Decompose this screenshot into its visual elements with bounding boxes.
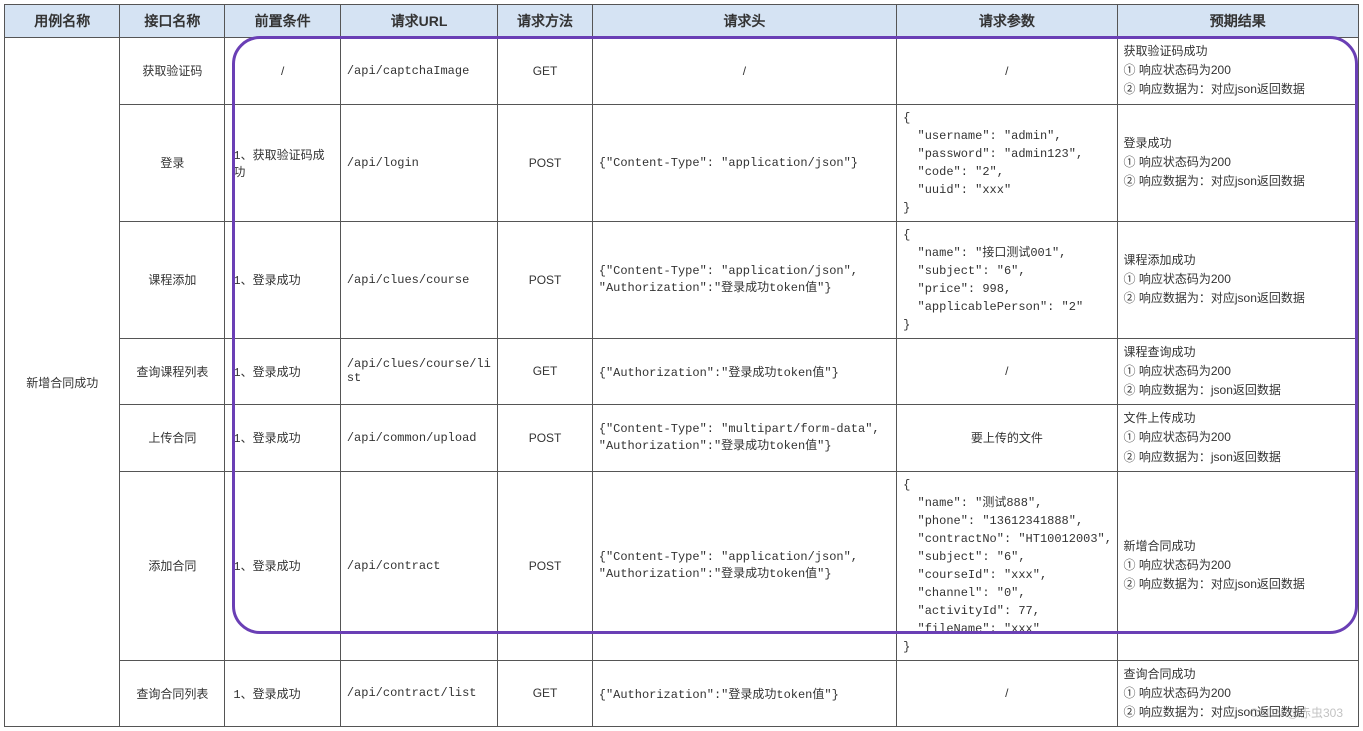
expected-result-cell: 文件上传成功① 响应状态码为200② 响应数据为：json返回数据 — [1117, 405, 1358, 472]
api-name-cell: 查询课程列表 — [120, 338, 225, 405]
table-body: 新增合同成功获取验证码//api/captchaImageGET//获取验证码成… — [5, 38, 1359, 727]
method-cell: POST — [498, 405, 592, 472]
request-header-cell: {"Authorization":"登录成功token值"} — [592, 338, 896, 405]
url-cell: /api/clues/course/list — [340, 338, 497, 405]
col-header-case: 用例名称 — [5, 5, 120, 38]
expected-result-cell: 获取验证码成功① 响应状态码为200② 响应数据为：对应json返回数据 — [1117, 38, 1358, 105]
api-name-cell: 课程添加 — [120, 221, 225, 338]
api-name-cell: 添加合同 — [120, 471, 225, 660]
table-row: 添加合同1、登录成功/api/contractPOST{"Content-Typ… — [5, 471, 1359, 660]
url-cell: /api/contract — [340, 471, 497, 660]
method-cell: GET — [498, 38, 592, 105]
table-row: 查询课程列表1、登录成功/api/clues/course/listGET{"A… — [5, 338, 1359, 405]
method-cell: GET — [498, 338, 592, 405]
request-header-cell: {"Content-Type": "multipart/form-data", … — [592, 405, 896, 472]
api-name-cell: 登录 — [120, 104, 225, 221]
expected-result-cell: 课程查询成功① 响应状态码为200② 响应数据为：json返回数据 — [1117, 338, 1358, 405]
request-header-cell: {"Content-Type": "application/json"} — [592, 104, 896, 221]
expected-result-cell: 课程添加成功① 响应状态码为200② 响应数据为：对应json返回数据 — [1117, 221, 1358, 338]
method-cell: POST — [498, 221, 592, 338]
table-row: 登录1、获取验证码成功/api/loginPOST{"Content-Type"… — [5, 104, 1359, 221]
col-header-param: 请求参数 — [897, 5, 1117, 38]
url-cell: /api/login — [340, 104, 497, 221]
api-name-cell: 获取验证码 — [120, 38, 225, 105]
request-param-cell: / — [897, 38, 1117, 105]
api-name-cell: 上传合同 — [120, 405, 225, 472]
col-header-exp: 预期结果 — [1117, 5, 1358, 38]
expected-result-cell: 登录成功① 响应状态码为200② 响应数据为：对应json返回数据 — [1117, 104, 1358, 221]
col-header-url: 请求URL — [340, 5, 497, 38]
precondition-cell: 1、登录成功 — [225, 338, 340, 405]
method-cell: GET — [498, 660, 592, 727]
precondition-cell: 1、登录成功 — [225, 405, 340, 472]
expected-result-cell: 查询合同成功① 响应状态码为200② 响应数据为：对应json返回数据 — [1117, 660, 1358, 727]
precondition-cell: 1、登录成功 — [225, 660, 340, 727]
col-header-head: 请求头 — [592, 5, 896, 38]
col-header-api: 接口名称 — [120, 5, 225, 38]
testcase-table: 用例名称 接口名称 前置条件 请求URL 请求方法 请求头 请求参数 预期结果 … — [4, 4, 1359, 727]
request-param-cell: { "name": "接口测试001", "subject": "6", "pr… — [897, 221, 1117, 338]
url-cell: /api/captchaImage — [340, 38, 497, 105]
request-param-cell: { "name": "测试888", "phone": "13612341888… — [897, 471, 1117, 660]
request-header-cell: {"Authorization":"登录成功token值"} — [592, 660, 896, 727]
table-row: 课程添加1、登录成功/api/clues/coursePOST{"Content… — [5, 221, 1359, 338]
url-cell: /api/clues/course — [340, 221, 497, 338]
request-param-cell: / — [897, 660, 1117, 727]
table-row: 上传合同1、登录成功/api/common/uploadPOST{"Conten… — [5, 405, 1359, 472]
request-header-cell: {"Content-Type": "application/json", "Au… — [592, 221, 896, 338]
request-header-cell: {"Content-Type": "application/json", "Au… — [592, 471, 896, 660]
table-header-row: 用例名称 接口名称 前置条件 请求URL 请求方法 请求头 请求参数 预期结果 — [5, 5, 1359, 38]
col-header-method: 请求方法 — [498, 5, 592, 38]
precondition-cell: / — [225, 38, 340, 105]
method-cell: POST — [498, 471, 592, 660]
page-container: 用例名称 接口名称 前置条件 请求URL 请求方法 请求头 请求参数 预期结果 … — [4, 4, 1359, 727]
method-cell: POST — [498, 104, 592, 221]
table-row: 新增合同成功获取验证码//api/captchaImageGET//获取验证码成… — [5, 38, 1359, 105]
case-name-cell: 新增合同成功 — [5, 38, 120, 727]
url-cell: /api/contract/list — [340, 660, 497, 727]
request-param-cell: 要上传的文件 — [897, 405, 1117, 472]
url-cell: /api/common/upload — [340, 405, 497, 472]
request-param-cell: / — [897, 338, 1117, 405]
precondition-cell: 1、登录成功 — [225, 221, 340, 338]
expected-result-cell: 新增合同成功① 响应状态码为200② 响应数据为：对应json返回数据 — [1117, 471, 1358, 660]
precondition-cell: 1、登录成功 — [225, 471, 340, 660]
col-header-pre: 前置条件 — [225, 5, 340, 38]
precondition-cell: 1、获取验证码成功 — [225, 104, 340, 221]
request-header-cell: / — [592, 38, 896, 105]
table-row: 查询合同列表1、登录成功/api/contract/listGET{"Autho… — [5, 660, 1359, 727]
api-name-cell: 查询合同列表 — [120, 660, 225, 727]
request-param-cell: { "username": "admin", "password": "admi… — [897, 104, 1117, 221]
